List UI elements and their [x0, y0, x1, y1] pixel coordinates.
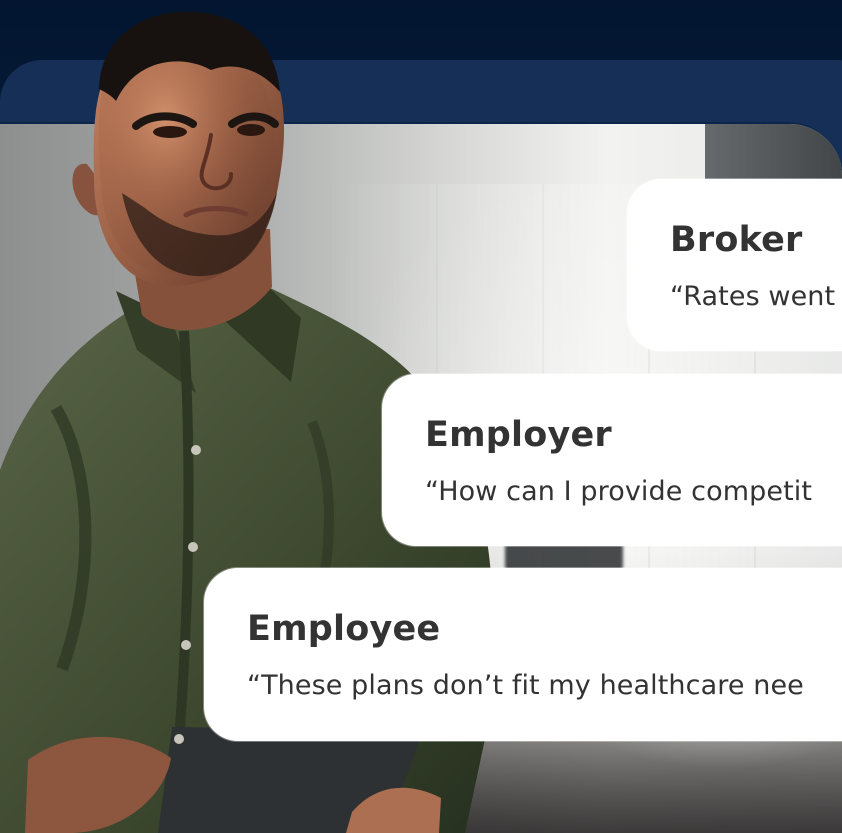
broker-quote-text: “Rates went [670, 281, 836, 312]
image-alt-text: A man in a dark olive shirt looking away… [0, 0, 1, 1]
employee-title: Employee [247, 609, 441, 649]
employee-quote-card: Employee “These plans don’t fit my healt… [204, 568, 842, 741]
hero-composition: Broker “Rates went Employer “How can I p… [0, 0, 842, 833]
broker-title: Broker [670, 220, 803, 260]
broker-quote-card: Broker “Rates went [627, 179, 842, 351]
employer-quote-text: “How can I provide competit [425, 476, 813, 507]
employee-quote-text: “These plans don’t fit my healthcare nee [247, 670, 804, 701]
employer-title: Employer [425, 415, 612, 455]
employer-quote-card: Employer “How can I provide competit [382, 374, 842, 546]
